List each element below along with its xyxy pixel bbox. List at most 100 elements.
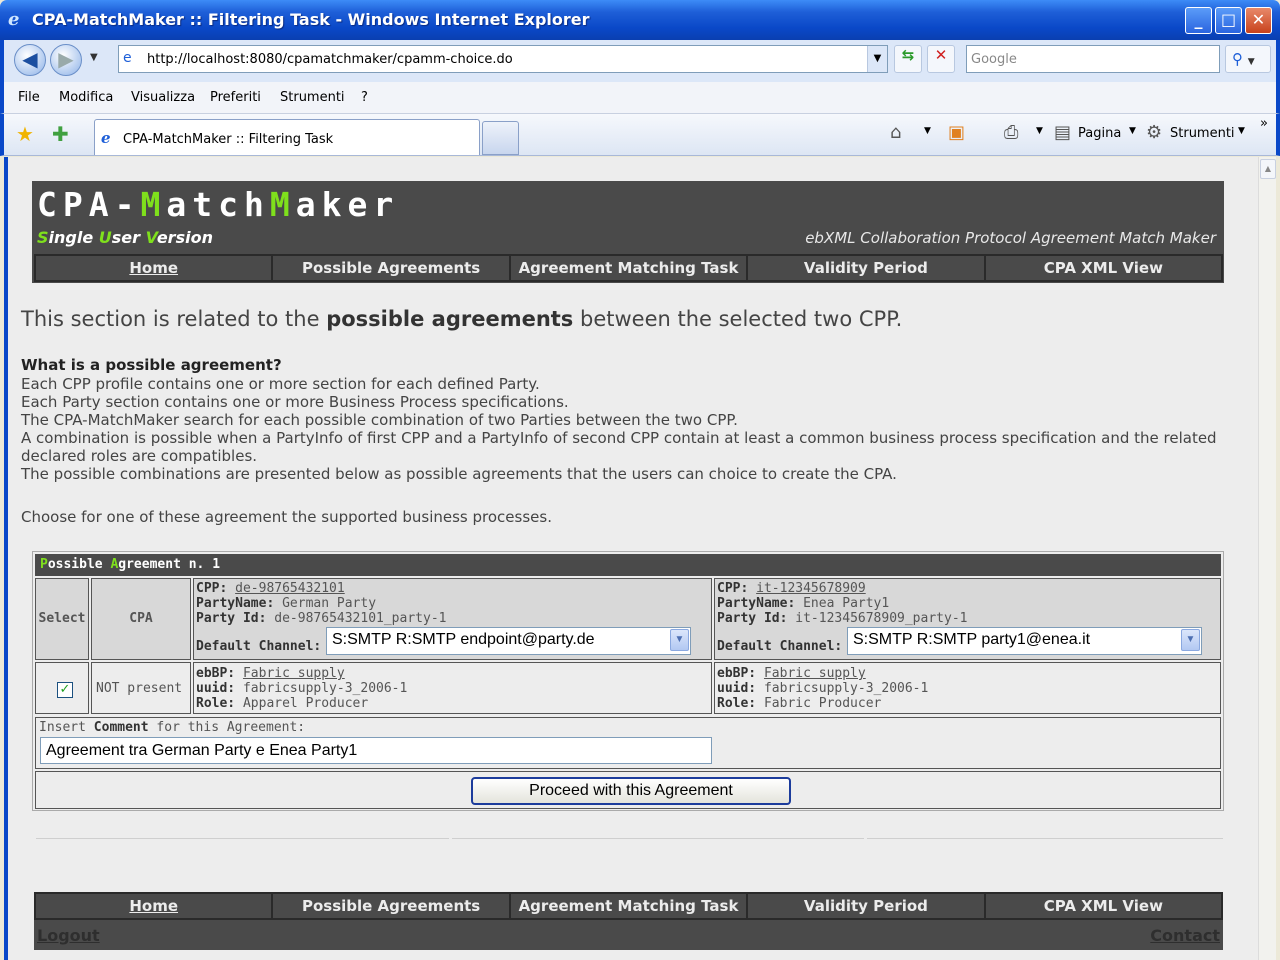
instruction-text: Choose for one of these agreement the su… [21, 508, 552, 526]
right-channel-label: Default Channel: [717, 639, 843, 654]
search-input[interactable]: Google [966, 45, 1220, 73]
top-nav: Home Possible Agreements Agreement Match… [34, 254, 1223, 282]
search-button[interactable]: ⚲ ▼ [1225, 45, 1271, 73]
left-channel-label: Default Channel: [196, 639, 322, 654]
cpa-status: NOT present [91, 662, 191, 714]
scroll-up-icon[interactable]: ▲ [1260, 159, 1276, 179]
tab-page-icon: e [101, 129, 111, 147]
search-icon: ⚲ [1232, 50, 1243, 68]
contact-link[interactable]: Contact [1150, 926, 1220, 945]
nav-possible-agreements: Possible Agreements [273, 894, 509, 918]
new-tab-button[interactable] [482, 121, 519, 155]
description-line: The possible combinations are presented … [21, 465, 897, 483]
left-ebbp-link[interactable]: Fabric supply [243, 666, 345, 681]
site-tagline: ebXML Collaboration Protocol Agreement M… [805, 229, 1216, 247]
favorites-center-icon[interactable]: ★ [16, 122, 34, 146]
feeds-icon[interactable]: ▣ [948, 122, 965, 143]
left-uuid: fabricsupply-3_2006-1 [242, 681, 408, 696]
nav-home[interactable]: Home [36, 894, 272, 918]
description-line: Each CPP profile contains one or more se… [21, 375, 540, 393]
chevron-more-icon[interactable]: » [1260, 116, 1268, 131]
left-process-cell: ebBP: Fabric supply uuid: fabricsupply-3… [193, 662, 712, 714]
right-party-cell: CPP: it-12345678909 PartyName: Enea Part… [714, 578, 1221, 660]
right-role: Fabric Producer [763, 696, 882, 711]
menu-bar: File Modifica Visualizza Preferiti Strum… [0, 82, 1280, 114]
forward-button[interactable]: ▶ [50, 44, 82, 76]
right-cpp-link[interactable]: it-12345678909 [756, 581, 866, 596]
minimize-button[interactable]: _ [1185, 7, 1212, 34]
description-line: Each Party section contains one or more … [21, 393, 569, 411]
refresh-button[interactable]: ⇆ [894, 45, 922, 73]
divider [867, 838, 1223, 839]
tools-menu[interactable]: Strumenti [1170, 126, 1235, 141]
menu-file[interactable]: File [18, 90, 40, 105]
add-favorite-icon[interactable]: ✚ [52, 122, 69, 146]
menu-modifica[interactable]: Modifica [59, 90, 113, 105]
comment-input[interactable]: Agreement tra German Party e Enea Party1 [40, 737, 712, 764]
page-menu[interactable]: Pagina [1078, 126, 1121, 141]
ie-logo-icon: e [8, 9, 20, 30]
address-bar: ◀ ▶ ▼ e http://localhost:8080/cpamatchma… [0, 40, 1280, 82]
print-dropdown-icon[interactable]: ▼ [1036, 126, 1043, 136]
url-text: http://localhost:8080/cpamatchmaker/cpam… [147, 52, 513, 67]
description-line: The CPA-MatchMaker search for each possi… [21, 411, 738, 429]
select-header: Select [35, 578, 89, 660]
menu-strumenti[interactable]: Strumenti [280, 90, 345, 105]
divider [36, 838, 449, 839]
nav-agreement-matching-task: Agreement Matching Task [510, 256, 747, 280]
url-dropdown-icon[interactable]: ▼ [867, 46, 887, 72]
divider [452, 838, 864, 839]
cpa-header: CPA [91, 578, 191, 660]
agreement-select-checkbox[interactable]: ✓ [57, 682, 73, 698]
site-logo: CPA-MatchMaker [37, 185, 400, 224]
proceed-button[interactable]: Proceed with this Agreement [471, 777, 791, 805]
right-party-name: Enea Party1 [803, 596, 890, 611]
tab-active[interactable]: e CPA-MatchMaker :: Filtering Task [94, 119, 480, 155]
agreement-table: Possible Agreement n. 1 Select CPA CPP: … [32, 551, 1224, 811]
bottom-nav: Home Possible Agreements Agreement Match… [34, 892, 1223, 920]
page-menu-icon: ▤ [1054, 122, 1072, 143]
nav-cpa-xml-view: CPA XML View [985, 256, 1222, 280]
scrollbar[interactable]: ▲ [1258, 157, 1276, 960]
left-channel-select[interactable]: S:SMTP R:SMTP endpoint@party.de ▼ [326, 627, 691, 655]
close-window-button[interactable]: ✕ [1245, 7, 1272, 34]
home-icon[interactable]: ⌂ [890, 122, 901, 143]
action-cell: Proceed with this Agreement [35, 771, 1221, 809]
menu-help[interactable]: ? [361, 90, 368, 105]
left-cpp-link[interactable]: de-98765432101 [235, 581, 345, 596]
tools-dropdown-icon[interactable]: ▼ [1238, 126, 1245, 136]
nav-home[interactable]: Home [36, 256, 272, 280]
maximize-button[interactable]: □ [1215, 7, 1242, 34]
right-uuid: fabricsupply-3_2006-1 [763, 681, 929, 696]
comment-cell: Insert Comment for this Agreement: Agree… [35, 717, 1221, 769]
chevron-down-icon[interactable]: ▼ [670, 629, 689, 651]
nav-validity-period: Validity Period [748, 256, 984, 280]
home-dropdown-icon[interactable]: ▼ [924, 126, 931, 136]
menu-preferiti[interactable]: Preferiti [210, 90, 261, 105]
site-subtitle: Single User Version [37, 228, 213, 247]
nav-agreement-matching-task: Agreement Matching Task [510, 894, 747, 918]
right-ebbp-link[interactable]: Fabric supply [764, 666, 866, 681]
page-dropdown-icon[interactable]: ▼ [1129, 126, 1136, 136]
right-channel-select[interactable]: S:SMTP R:SMTP party1@enea.it ▼ [847, 627, 1202, 655]
url-field[interactable]: e http://localhost:8080/cpamatchmaker/cp… [118, 45, 888, 73]
description: Each CPP profile contains one or more se… [21, 375, 1251, 483]
favorites-bar: ★ ✚ e CPA-MatchMaker :: Filtering Task ⌂… [0, 114, 1280, 156]
nav-possible-agreements: Possible Agreements [273, 256, 509, 280]
tools-gear-icon: ⚙ [1146, 122, 1163, 143]
window-title: CPA-MatchMaker :: Filtering Task - Windo… [32, 10, 590, 29]
right-process-cell: ebBP: Fabric supply uuid: fabricsupply-3… [714, 662, 1221, 714]
recent-pages-dropdown-icon[interactable]: ▼ [90, 52, 98, 63]
select-cell: ✓ [35, 662, 89, 714]
left-party-id: de-98765432101_party-1 [274, 611, 447, 626]
right-party-id: it-12345678909_party-1 [795, 611, 968, 626]
print-icon[interactable]: ⎙ [1004, 122, 1018, 143]
page-icon: e [123, 50, 132, 66]
back-button[interactable]: ◀ [14, 44, 46, 76]
chevron-down-icon[interactable]: ▼ [1181, 629, 1200, 651]
footer-bar: Logout Contact [34, 920, 1223, 950]
question-heading: What is a possible agreement? [21, 356, 282, 374]
menu-visualizza[interactable]: Visualizza [131, 90, 195, 105]
stop-button[interactable]: ✕ [927, 45, 955, 73]
logout-link[interactable]: Logout [37, 926, 100, 945]
